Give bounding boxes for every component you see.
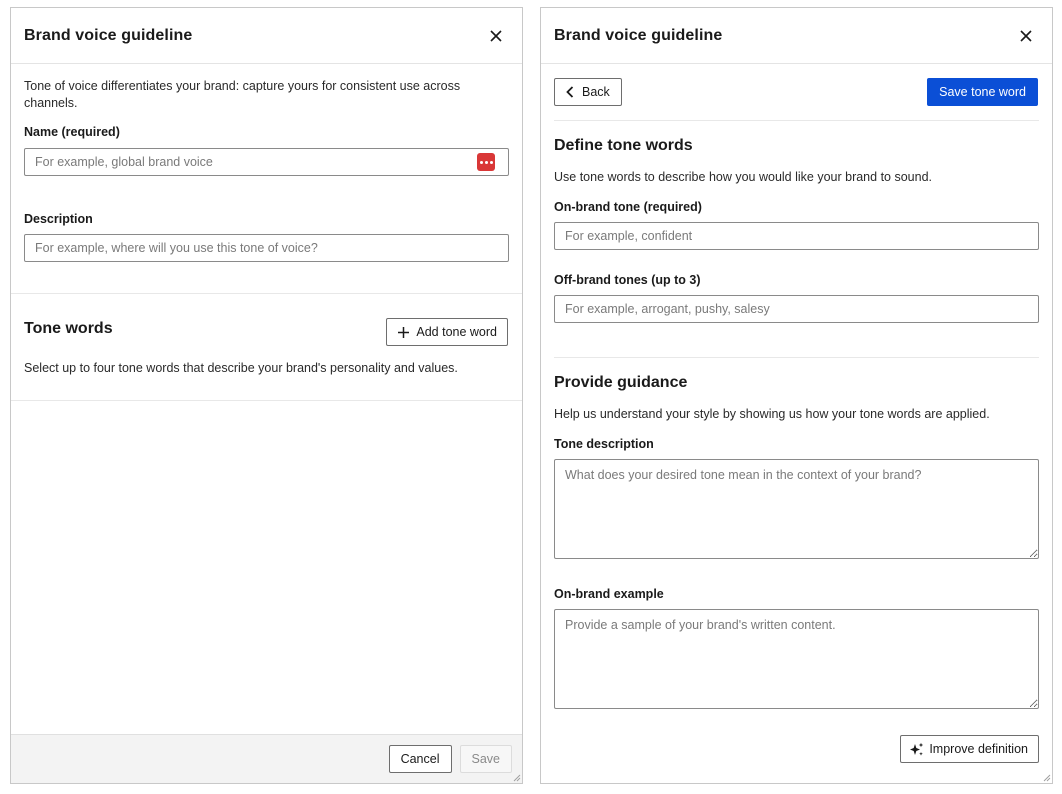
close-icon [1020, 29, 1032, 42]
on-brand-example-label: On-brand example [554, 587, 664, 601]
divider [554, 357, 1039, 358]
tone-description-label: Tone description [554, 437, 654, 451]
off-brand-tones-input[interactable] [554, 295, 1039, 323]
on-brand-tone-label: On-brand tone (required) [554, 200, 702, 214]
off-brand-tones-label: Off-brand tones (up to 3) [554, 273, 701, 287]
add-tone-word-button[interactable]: Add tone word [386, 318, 508, 346]
resize-handle-icon[interactable] [513, 774, 521, 782]
provide-guidance-title: Provide guidance [554, 374, 688, 391]
password-manager-icon[interactable] [477, 153, 495, 171]
cancel-button[interactable]: Cancel [388, 745, 452, 773]
panel-title: Brand voice guideline [554, 26, 723, 44]
save-button[interactable]: Save [459, 745, 512, 773]
on-brand-example-textarea[interactable] [554, 609, 1039, 709]
panel-footer: Cancel Save [11, 734, 522, 783]
description-label: Description [24, 212, 93, 226]
description-input[interactable] [24, 234, 509, 262]
tone-words-title: Tone words [24, 320, 113, 337]
define-tone-words-text: Use tone words to describe how you would… [554, 170, 932, 184]
plus-icon [398, 326, 410, 338]
resize-handle-icon[interactable] [1043, 774, 1051, 782]
tone-words-text: Select up to four tone words that descri… [24, 361, 458, 375]
brand-voice-panel-tone-word: Brand voice guideline Back Save tone wor… [540, 7, 1053, 784]
sparkle-icon [910, 742, 924, 756]
provide-guidance-text: Help us understand your style by showing… [554, 407, 990, 421]
name-input[interactable] [24, 148, 509, 176]
chevron-left-icon [566, 86, 574, 98]
on-brand-tone-input[interactable] [554, 222, 1039, 250]
tone-description-textarea[interactable] [554, 459, 1039, 559]
name-label: Name (required) [24, 125, 120, 139]
save-tone-word-button[interactable]: Save tone word [927, 78, 1038, 106]
add-tone-word-label: Add tone word [416, 325, 497, 339]
divider [554, 120, 1039, 121]
close-button[interactable] [483, 23, 509, 49]
close-button[interactable] [1013, 23, 1039, 49]
improve-definition-button[interactable]: Improve definition [900, 735, 1039, 763]
tone-words-section: Tone words Add tone word Select up to fo… [11, 294, 522, 400]
divider [11, 400, 522, 401]
define-tone-words-title: Define tone words [554, 137, 693, 154]
action-bar: Back Save tone word [541, 64, 1052, 120]
back-button[interactable]: Back [554, 78, 622, 106]
brand-voice-panel-main: Brand voice guideline Tone of voice diff… [10, 7, 523, 784]
improve-definition-label: Improve definition [929, 742, 1028, 756]
back-label: Back [582, 85, 610, 99]
close-icon [490, 29, 502, 42]
panel-header: Brand voice guideline [541, 8, 1052, 64]
intro-text: Tone of voice differentiates your brand:… [24, 79, 461, 110]
panel-header: Brand voice guideline [11, 8, 522, 64]
panel-title: Brand voice guideline [24, 26, 193, 44]
